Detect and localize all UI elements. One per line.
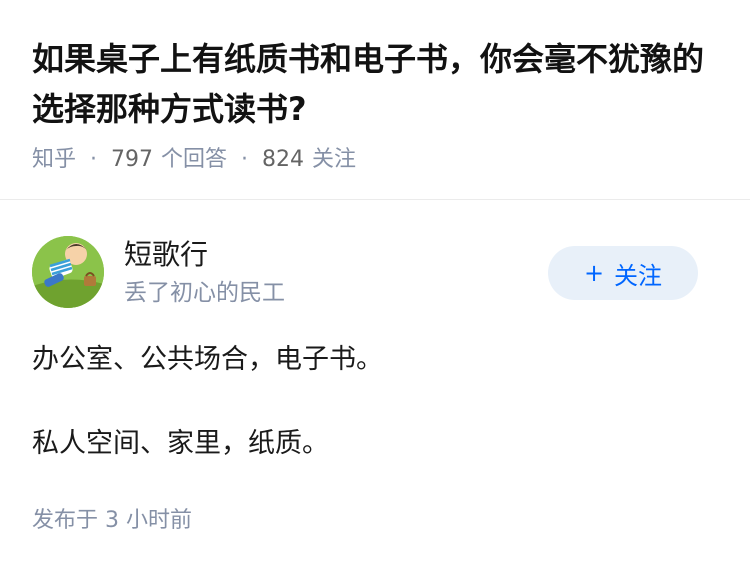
answer-count: 797 — [111, 147, 154, 172]
meta-separator: · — [90, 147, 98, 172]
follow-button[interactable]: + 关注 — [548, 246, 698, 300]
cartoon-boy-avatar-icon — [32, 236, 104, 308]
source-label[interactable]: 知乎 — [32, 144, 76, 176]
follower-count-label: 关注 — [312, 147, 357, 172]
answer-count-label: 个回答 — [161, 147, 228, 172]
follow-label: 关注 — [614, 261, 663, 290]
author-name[interactable]: 短歌行 — [124, 236, 208, 274]
answer-paragraph: 办公室、公共场合，电子书。 — [32, 344, 383, 375]
answer-timestamp: 发布于 3 小时前 — [32, 508, 192, 533]
author-avatar[interactable] — [32, 236, 104, 308]
question-meta: 知乎 · 797 个回答 · 824 关注 — [32, 144, 356, 176]
meta-separator: · — [241, 147, 249, 172]
plus-icon: + — [583, 259, 605, 287]
question-title[interactable]: 如果桌子上有纸质书和电子书，你会毫不犹豫的选择那种方式读书? — [32, 34, 722, 134]
section-divider — [0, 199, 750, 200]
author-headline: 丢了初心的民工 — [124, 280, 285, 306]
follower-count: 824 — [262, 147, 305, 172]
answer-paragraph: 私人空间、家里，纸质。 — [32, 428, 329, 459]
